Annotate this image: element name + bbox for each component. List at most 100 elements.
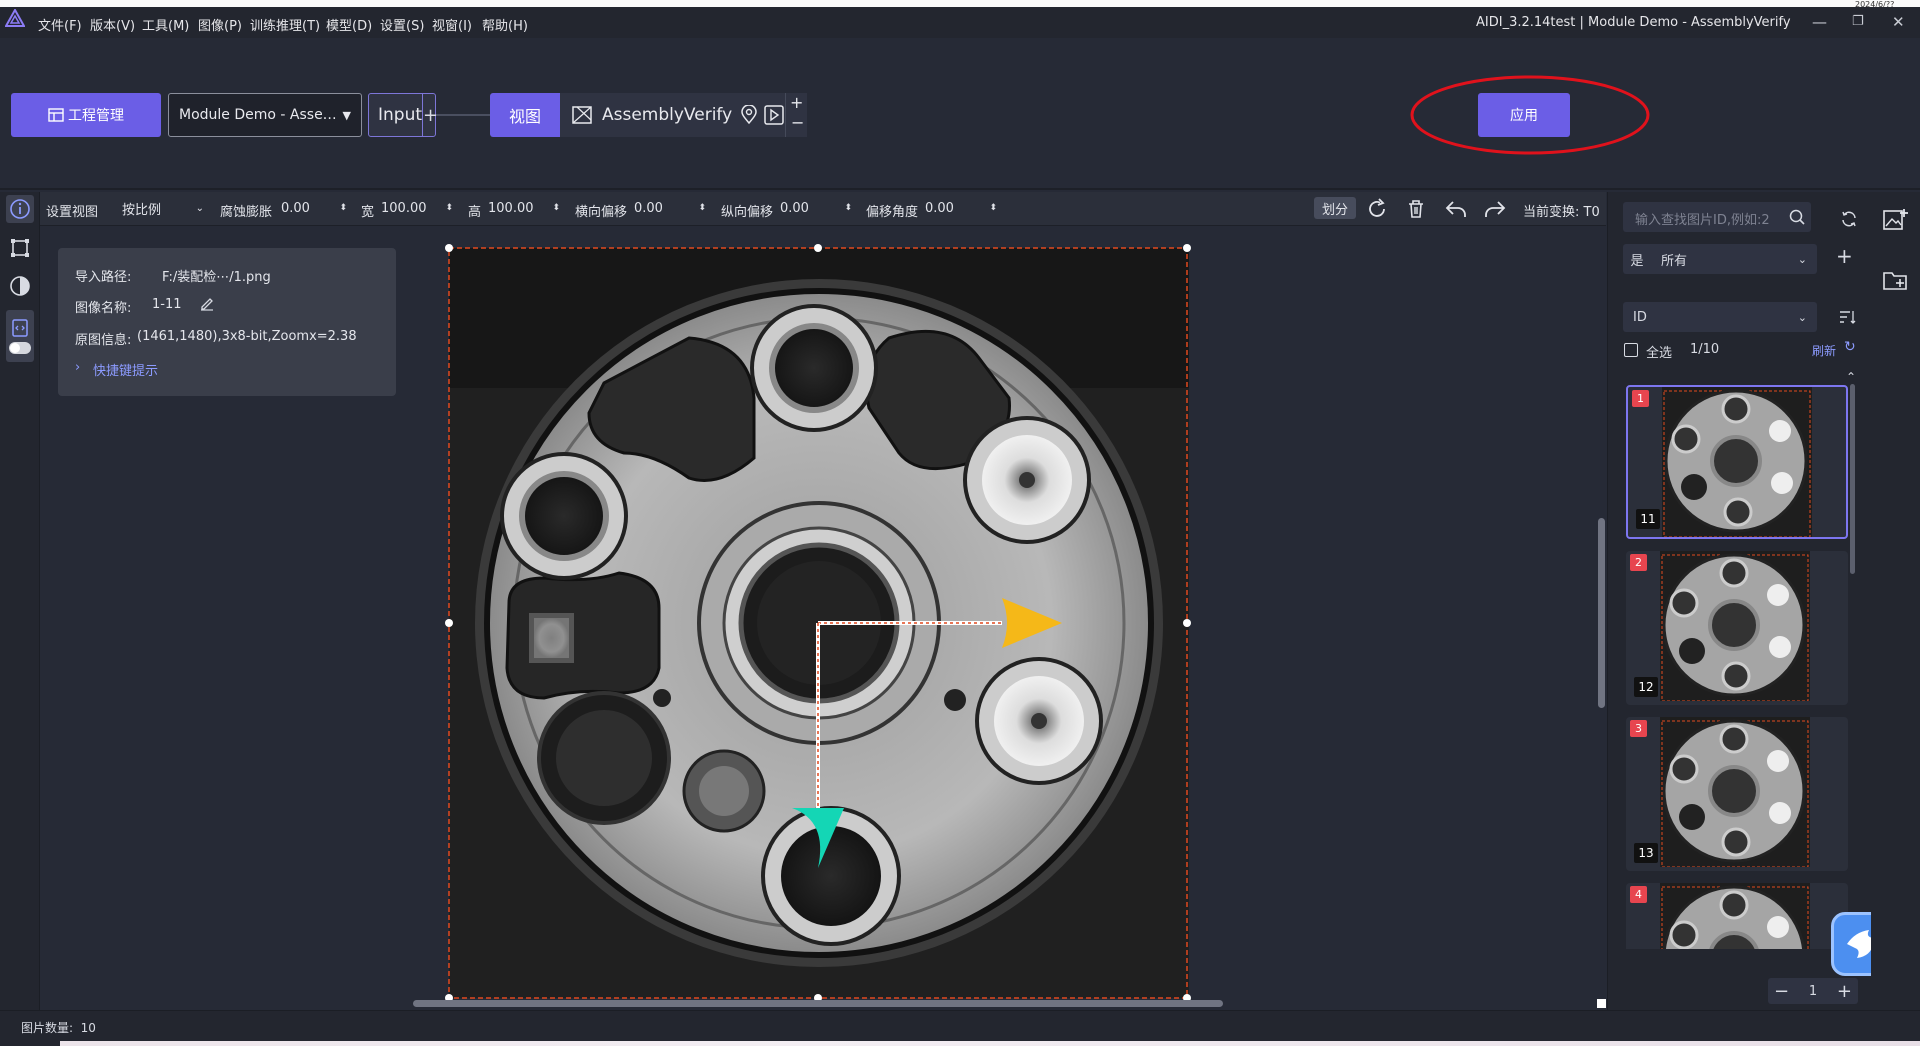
thumbnail-item[interactable]: 4 — [1626, 883, 1848, 949]
contrast-tool[interactable] — [6, 272, 34, 300]
taskbar-strip — [60, 1041, 1920, 1046]
v-offset-value: 0.00 — [780, 200, 809, 216]
filter-prefix[interactable]: 是 — [1623, 244, 1651, 274]
restore-icon[interactable]: ❐ — [1852, 14, 1864, 29]
minimize-icon[interactable]: — — [1812, 13, 1827, 31]
divide-button[interactable]: 划分 — [1314, 197, 1356, 219]
menu-help[interactable]: 帮助(H) — [482, 15, 528, 35]
chevron-down-icon: ⌄ — [1797, 252, 1807, 266]
thumbnail-item[interactable]: 3 13 — [1626, 717, 1848, 871]
assembly-verify-label: AssemblyVerify — [602, 105, 733, 125]
table-icon — [48, 108, 64, 122]
view-toolbar: 设置视图 按比例 ⌄ 腐蚀膨胀 0.00 ⬍ 宽 100.00 ⬍ 高 100.00… — [40, 192, 1606, 226]
filter-select[interactable]: 所有 ⌄ — [1651, 244, 1817, 274]
toggle-switch[interactable] — [9, 342, 31, 354]
plus-icon[interactable]: + — [790, 93, 803, 112]
spin-arrows-icon[interactable]: ⬍ — [989, 203, 997, 213]
project-select-value: Module Demo - Asse… — [179, 107, 337, 123]
edit-icon[interactable] — [199, 295, 215, 311]
menu-settings[interactable]: 设置(S) — [380, 15, 424, 35]
location-pin-icon[interactable] — [740, 105, 758, 125]
spin-arrows-icon[interactable]: ⬍ — [552, 203, 560, 213]
page-number[interactable]: 1 — [1809, 984, 1817, 999]
project-manage-button[interactable]: 工程管理 — [11, 93, 161, 137]
path-label: 导入路径: — [75, 270, 132, 285]
sort-order-icon[interactable] — [1838, 309, 1856, 325]
y-axis-arrow-icon[interactable] — [792, 808, 844, 868]
view-config-tool[interactable] — [6, 310, 34, 362]
search-icon[interactable] — [1789, 209, 1805, 225]
assembly-verify-node[interactable]: AssemblyVerify — [560, 93, 794, 137]
window-title: AIDI_3.2.14test | Module Demo - Assembly… — [1476, 15, 1791, 30]
title-bar: 文件(F) 版本(V) 工具(M) 图像(P) 训练推理(T) 模型(D) 设置… — [0, 0, 1920, 38]
add-folder-icon[interactable] — [1883, 268, 1909, 292]
spin-arrows-icon[interactable]: ⬍ — [445, 203, 453, 213]
red-highlight-ellipse — [1410, 75, 1650, 155]
height-input[interactable]: 100.00 ⬍ — [484, 197, 564, 219]
minus-icon[interactable]: − — [791, 113, 804, 132]
h-offset-input[interactable]: 0.00 ⬍ — [630, 197, 710, 219]
roi-overlay[interactable] — [440, 243, 1200, 1008]
trash-icon[interactable] — [1405, 198, 1427, 220]
play-icon[interactable] — [764, 105, 784, 125]
search-input[interactable]: 输入查找图片ID,例如:2 — [1623, 202, 1811, 232]
input-node-label: Input — [378, 105, 423, 125]
project-select[interactable]: Module Demo - Asse… ▼ — [168, 93, 362, 137]
page-plus-icon[interactable]: + — [1837, 981, 1852, 1002]
spin-arrows-icon[interactable]: ⬍ — [339, 203, 347, 213]
select-all-checkbox[interactable] — [1624, 343, 1638, 357]
selection-count: 1/10 — [1690, 342, 1720, 357]
page-stepper[interactable]: − 1 + — [1768, 978, 1858, 1004]
thumbnail-id: 12 — [1634, 677, 1658, 697]
sync-icon[interactable] — [1840, 210, 1858, 228]
page-minus-icon[interactable]: − — [1774, 981, 1789, 1002]
h-offset-value: 0.00 — [634, 200, 663, 216]
thumbnail-item[interactable]: 1 11 — [1626, 385, 1848, 539]
redo-icon[interactable] — [1483, 198, 1507, 220]
menu-window[interactable]: 视窗(I) — [432, 15, 472, 35]
set-view-label: 设置视图 — [46, 205, 99, 220]
sort-select[interactable]: ID ⌄ — [1623, 302, 1817, 332]
erode-value: 0.00 — [281, 200, 310, 216]
add-filter-icon[interactable]: + — [1836, 244, 1853, 268]
width-value: 100.00 — [381, 200, 427, 216]
image-count: 图片数量: 10 — [21, 1021, 96, 1035]
refresh-icon[interactable]: ↻ — [1844, 339, 1856, 355]
x-axis-arrow-icon[interactable] — [1002, 598, 1062, 648]
scroll-top-icon[interactable]: ⌃ — [1846, 370, 1856, 384]
erode-input[interactable]: 0.00 ⬍ — [277, 197, 351, 219]
angle-input[interactable]: 0.00 ⬍ — [921, 197, 1001, 219]
horizontal-scrollbar[interactable] — [413, 1000, 1223, 1007]
menu-train[interactable]: 训练推理(T) — [250, 15, 320, 35]
undo-icon[interactable] — [1444, 198, 1468, 220]
thumbnail-image — [1660, 551, 1810, 701]
view-node[interactable]: 视图 — [490, 93, 560, 137]
thumbnail-item[interactable]: 2 12 — [1626, 551, 1848, 705]
add-image-icon[interactable] — [1883, 208, 1909, 232]
app-logo-icon — [5, 9, 25, 27]
roi-tool[interactable] — [6, 234, 34, 262]
width-input[interactable]: 100.00 ⬍ — [377, 197, 457, 219]
image-list-panel: 输入查找图片ID,例如:2 是 所有 ⌄ + ID ⌄ 全选 1/10 刷新 ↻… — [1607, 192, 1871, 1010]
name-label: 图像名称: — [75, 301, 132, 316]
close-icon[interactable]: ✕ — [1892, 13, 1905, 31]
height-value: 100.00 — [488, 200, 534, 216]
menu-image[interactable]: 图像(P) — [198, 15, 242, 35]
meta-label: 原图信息: — [75, 333, 132, 348]
vertical-scrollbar[interactable] — [1598, 518, 1605, 708]
spin-arrows-icon[interactable]: ⬍ — [698, 203, 706, 213]
menu-version[interactable]: 版本(V) — [90, 15, 135, 35]
input-node[interactable]: Input + — [368, 93, 438, 137]
shortcut-hint-link[interactable]: 快捷键提示 — [93, 360, 158, 379]
info-tool[interactable] — [6, 195, 34, 223]
thumbnail-id: 13 — [1634, 843, 1658, 863]
spin-arrows-icon[interactable]: ⬍ — [844, 203, 852, 213]
v-offset-input[interactable]: 0.00 ⬍ — [776, 197, 856, 219]
rotate-icon[interactable] — [1366, 198, 1388, 220]
thumbnail-index: 3 — [1630, 720, 1647, 737]
menu-file[interactable]: 文件(F) — [38, 15, 82, 35]
menu-model[interactable]: 模型(D) — [326, 15, 372, 35]
menu-tools[interactable]: 工具(M) — [142, 15, 189, 35]
scale-mode-select[interactable]: 按比例 ⌄ — [110, 197, 208, 219]
refresh-link[interactable]: 刷新 — [1812, 342, 1836, 359]
